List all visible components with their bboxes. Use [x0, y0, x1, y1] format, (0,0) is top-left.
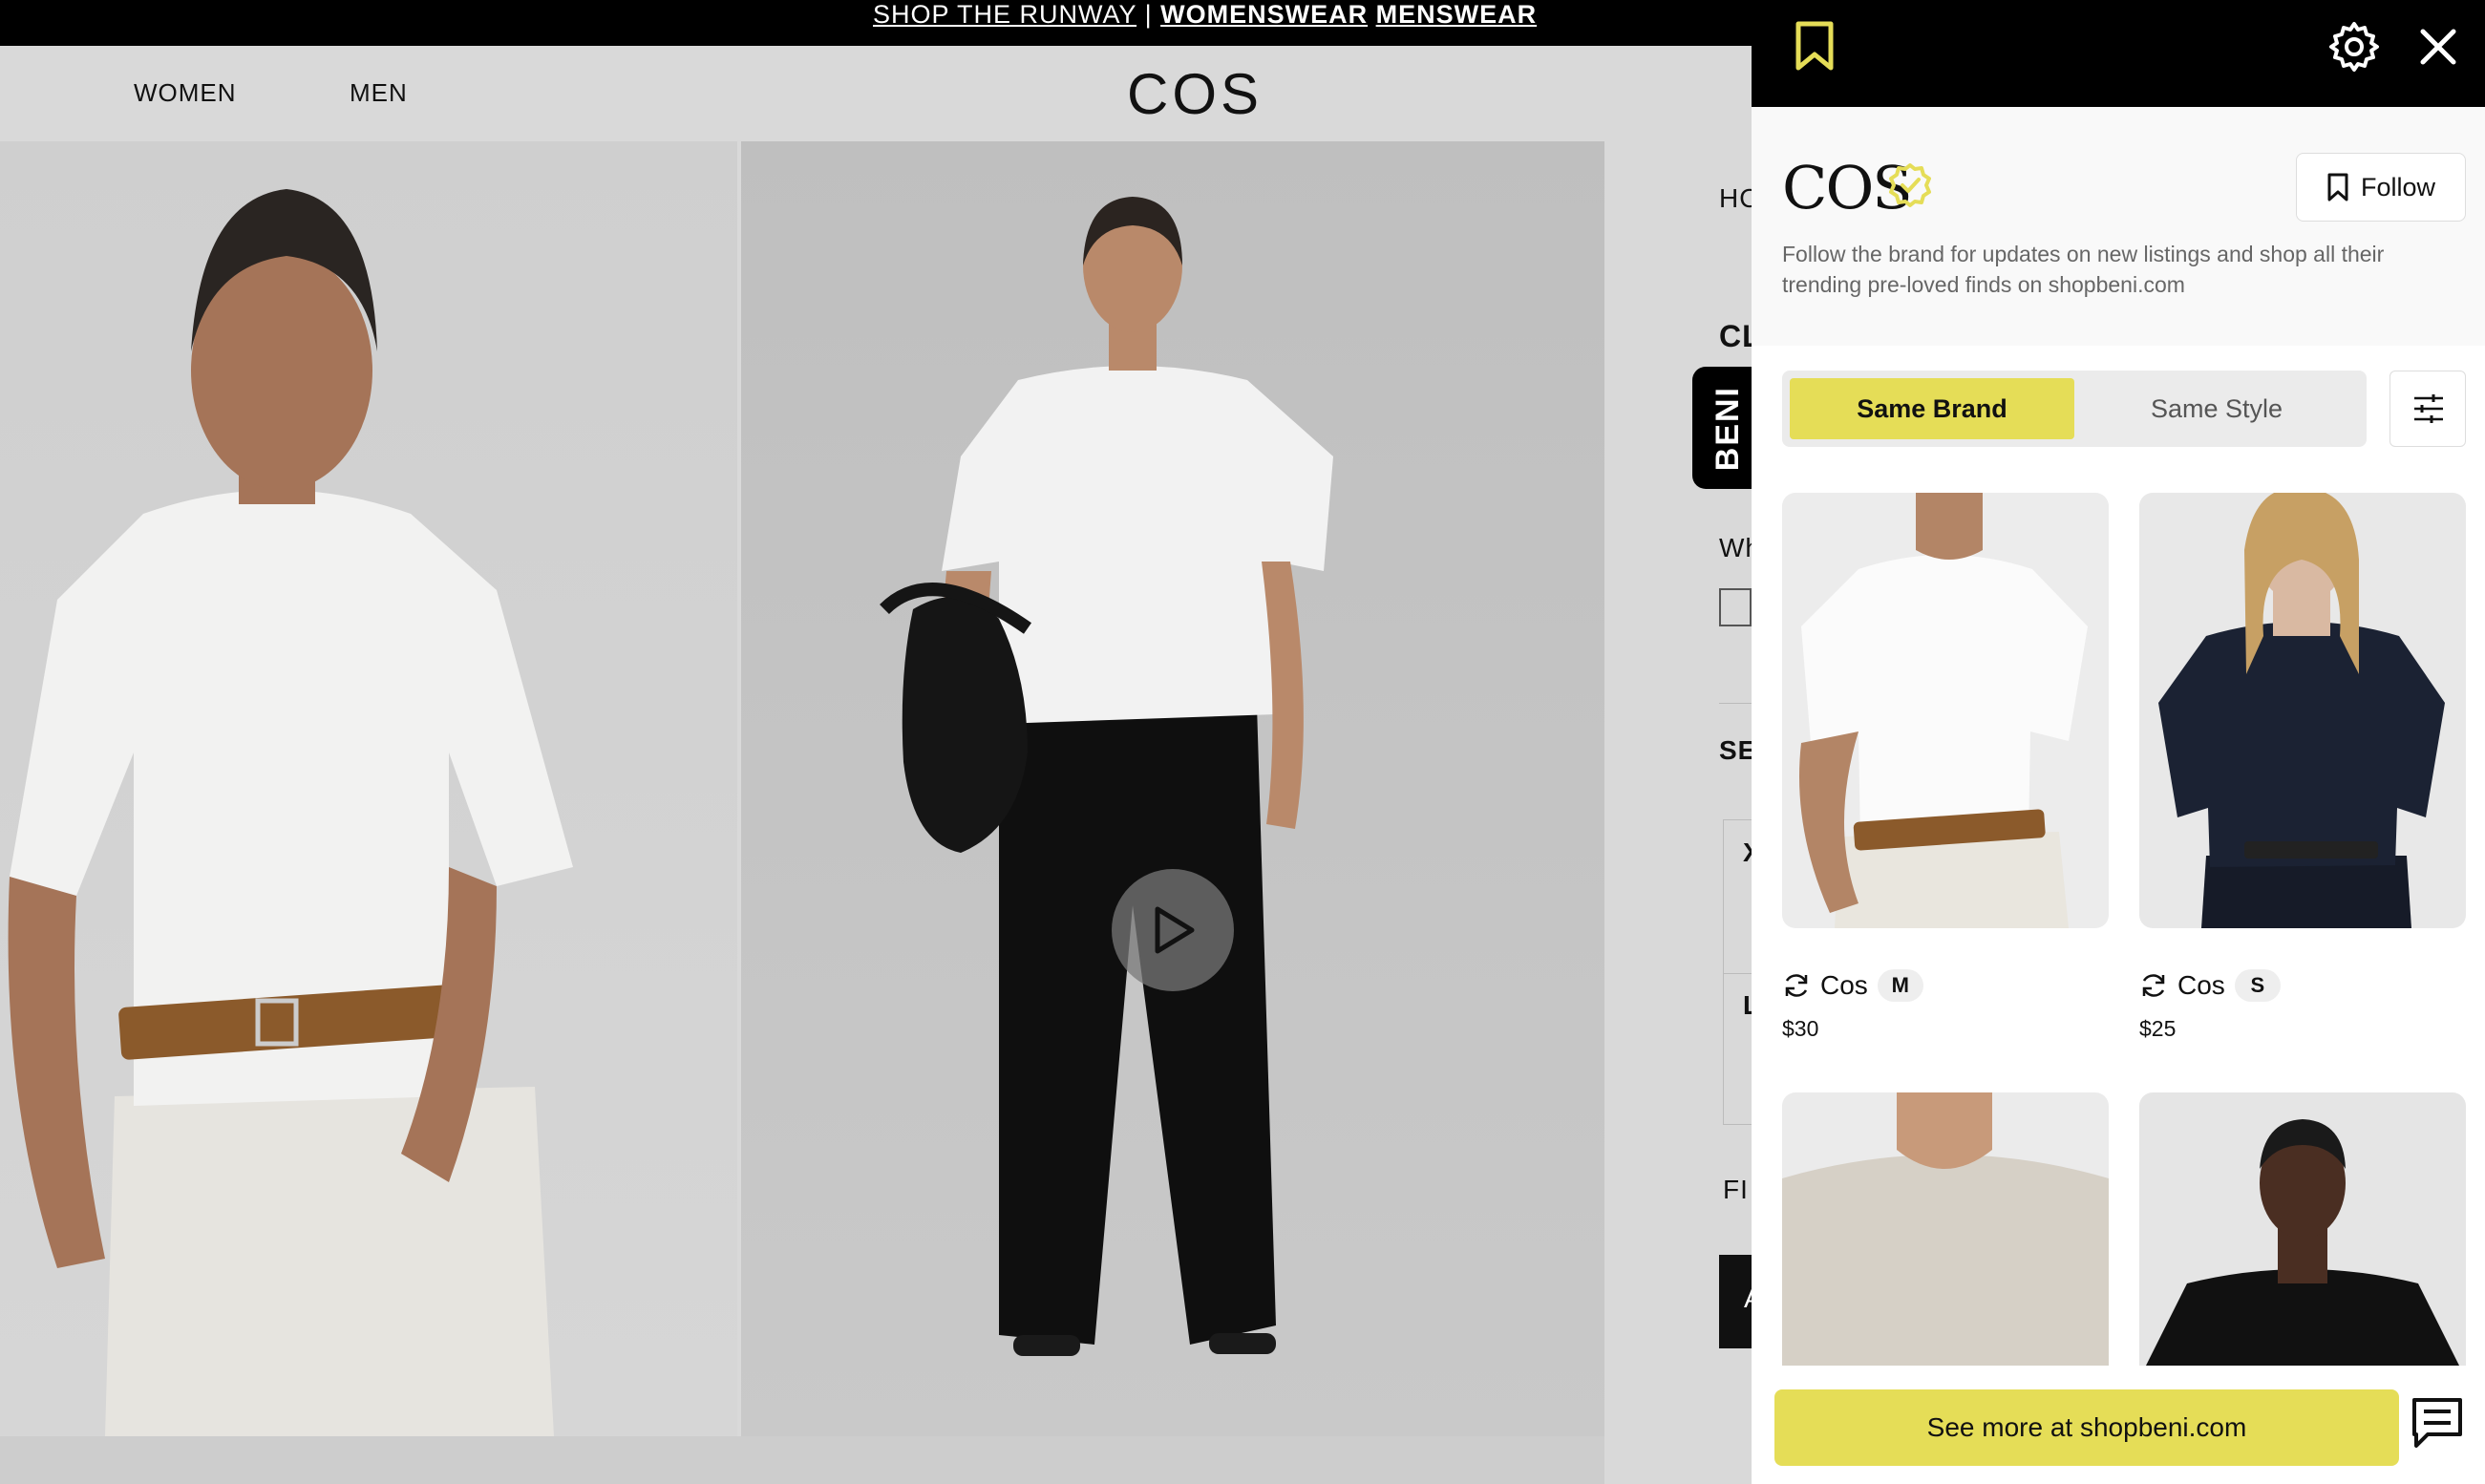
beni-panel: COS Follow Follow the brand for updates …	[1752, 0, 2485, 1484]
brand-description: Follow the brand for updates on new list…	[1782, 242, 2385, 297]
promo-separator: |	[1144, 0, 1153, 29]
gear-icon[interactable]	[2325, 17, 2384, 76]
size-badge: M	[1877, 969, 1923, 1002]
menswear-link[interactable]: MENSWEAR	[1376, 0, 1538, 29]
site-logo[interactable]: COS	[1127, 61, 1263, 127]
product-photo-front[interactable]	[0, 141, 737, 1436]
beni-tab-label: BENI	[1710, 386, 1746, 472]
product-gallery	[0, 141, 1604, 1436]
brand-section: COS Follow Follow the brand for updates …	[1752, 107, 2485, 346]
product-brand: Cos	[2177, 970, 2225, 1000]
bookmark-icon[interactable]	[1788, 17, 1841, 74]
play-video-button[interactable]	[1112, 869, 1234, 991]
chat-icon[interactable]	[2409, 1394, 2472, 1457]
panel-footer: See more at shopbeni.com	[1752, 1366, 2485, 1484]
product-meta: Cos S	[2139, 966, 2281, 1005]
verified-badge-icon	[1889, 163, 1931, 207]
tab-same-style[interactable]: Same Style	[2074, 378, 2359, 439]
navy-tshirt-image	[2158, 493, 2445, 928]
panel-header	[1752, 0, 2485, 107]
color-swatch[interactable]	[1719, 588, 1752, 626]
product-image[interactable]	[1782, 493, 2109, 928]
play-icon	[1155, 906, 1195, 954]
match-type-toggle: Same Brand Same Style	[1782, 371, 2367, 447]
product-meta: Cos M	[1782, 966, 1923, 1005]
see-more-button[interactable]: See more at shopbeni.com	[1774, 1389, 2399, 1466]
gallery-thumbnail-strip	[0, 1436, 1604, 1484]
page: SHOP THE RUNWAY | WOMENSWEAR MENSWEAR WO…	[0, 0, 2485, 1484]
size-badge: S	[2234, 969, 2281, 1002]
model-full-length-illustration	[880, 197, 1333, 1356]
follow-label: Follow	[2360, 172, 2436, 201]
shop-runway-link[interactable]: SHOP THE RUNWAY	[873, 0, 1136, 29]
find-size-link[interactable]: FI	[1723, 1175, 1749, 1205]
product-photo-video[interactable]	[741, 141, 1604, 1436]
white-tshirt-image	[1799, 493, 2088, 928]
refresh-icon	[2142, 974, 2165, 997]
filter-button[interactable]	[2389, 371, 2466, 447]
follow-button[interactable]: Follow	[2296, 153, 2466, 222]
bookmark-outline-icon	[2327, 173, 2348, 201]
sliders-icon	[2414, 394, 2443, 423]
product-price: $25	[2139, 1016, 2177, 1041]
refresh-icon	[1785, 974, 1808, 997]
product-brand: Cos	[1820, 970, 1868, 1000]
nav-women[interactable]: WOMEN	[134, 78, 237, 108]
womenswear-link[interactable]: WOMENSWEAR	[1160, 0, 1368, 29]
nav-men[interactable]: MEN	[350, 78, 408, 108]
tab-same-brand[interactable]: Same Brand	[1790, 378, 2074, 439]
product-image[interactable]	[2139, 493, 2466, 928]
beni-tab[interactable]: BENI	[1692, 367, 1759, 489]
product-price: $30	[1782, 1016, 1819, 1041]
site-header: WOMEN MEN COS	[0, 46, 1752, 141]
model-white-tee-illustration	[8, 189, 573, 1436]
close-icon[interactable]	[2412, 21, 2464, 73]
